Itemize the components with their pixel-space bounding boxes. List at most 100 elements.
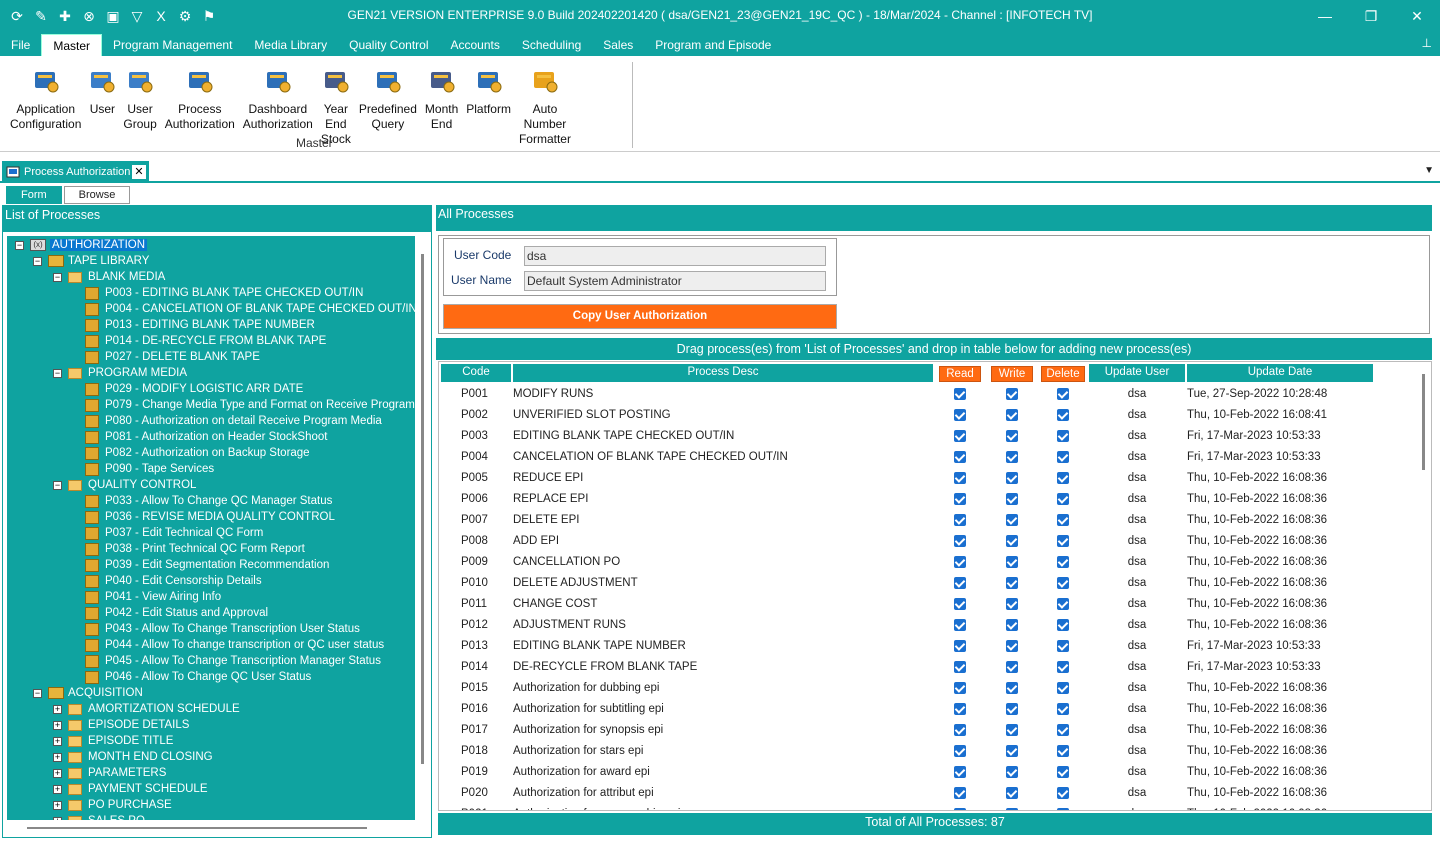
doc-tab-process-authorization[interactable]: Process Authorization ✕ <box>2 161 149 183</box>
column-header-update-date[interactable]: Update Date <box>1187 364 1373 382</box>
collapse-icon[interactable]: − <box>33 256 42 266</box>
read-checkbox[interactable] <box>954 535 966 547</box>
menu-program-and-episode[interactable]: Program and Episode <box>644 34 782 56</box>
tree-node[interactable]: P044 - Allow To change transcription or … <box>85 637 384 653</box>
table-row[interactable]: P012 ADJUSTMENT RUNS dsa Thu, 10-Feb-202… <box>439 615 1374 636</box>
table-row[interactable]: P002 UNVERIFIED SLOT POSTING dsa Thu, 10… <box>439 405 1374 426</box>
write-checkbox[interactable] <box>1006 745 1018 757</box>
table-row[interactable]: P010 DELETE ADJUSTMENT dsa Thu, 10-Feb-2… <box>439 573 1374 594</box>
menu-master[interactable]: Master <box>41 34 103 56</box>
ribbon-button-process-authorization[interactable]: Process Authorization <box>161 60 239 152</box>
delete-checkbox[interactable] <box>1057 619 1069 631</box>
tree-node[interactable]: P081 - Authorization on Header StockShoo… <box>85 429 327 445</box>
read-checkbox[interactable] <box>954 493 966 505</box>
read-checkbox[interactable] <box>954 388 966 400</box>
menu-accounts[interactable]: Accounts <box>440 34 511 56</box>
write-checkbox[interactable] <box>1006 787 1018 799</box>
table-row[interactable]: P008 ADD EPI dsa Thu, 10-Feb-2022 16:08:… <box>439 531 1374 552</box>
write-checkbox[interactable] <box>1006 808 1018 810</box>
delete-checkbox[interactable] <box>1057 808 1069 810</box>
write-checkbox[interactable] <box>1006 619 1018 631</box>
table-row[interactable]: P011 CHANGE COST dsa Thu, 10-Feb-2022 16… <box>439 594 1374 615</box>
delete-checkbox[interactable] <box>1057 724 1069 736</box>
delete-checkbox[interactable] <box>1057 514 1069 526</box>
minimize-button[interactable]: — <box>1302 0 1348 32</box>
column-header-delete[interactable]: Delete <box>1041 366 1085 382</box>
write-checkbox[interactable] <box>1006 409 1018 421</box>
tree-node[interactable]: P046 - Allow To Change QC User Status <box>85 669 311 685</box>
close-tab-icon[interactable]: ✕ <box>132 165 146 179</box>
tree-node[interactable]: P013 - EDITING BLANK TAPE NUMBER <box>85 317 315 333</box>
copy-user-authorization-button[interactable]: Copy User Authorization <box>443 304 837 329</box>
menu-media-library[interactable]: Media Library <box>243 34 338 56</box>
tree-node[interactable]: P043 - Allow To Change Transcription Use… <box>85 621 360 637</box>
table-row[interactable]: P013 EDITING BLANK TAPE NUMBER dsa Fri, … <box>439 636 1374 657</box>
table-row[interactable]: P015 Authorization for dubbing epi dsa T… <box>439 678 1374 699</box>
tree-node[interactable]: − QUALITY CONTROL <box>53 477 196 493</box>
expand-icon[interactable]: + <box>53 720 62 730</box>
tab-form[interactable]: Form <box>6 186 62 204</box>
collapse-icon[interactable]: − <box>15 240 24 250</box>
write-checkbox[interactable] <box>1006 430 1018 442</box>
delete-checkbox[interactable] <box>1057 661 1069 673</box>
write-checkbox[interactable] <box>1006 388 1018 400</box>
tree-node[interactable]: − TAPE LIBRARY <box>33 253 149 269</box>
tree-node[interactable]: P090 - Tape Services <box>85 461 214 477</box>
tree-node[interactable]: P082 - Authorization on Backup Storage <box>85 445 310 461</box>
tab-list-dropdown-icon[interactable]: ▼ <box>1424 165 1434 176</box>
table-row[interactable]: P005 REDUCE EPI dsa Thu, 10-Feb-2022 16:… <box>439 468 1374 489</box>
ribbon-button-predefined-query[interactable]: Predefined Query <box>355 60 421 152</box>
delete-checkbox[interactable] <box>1057 388 1069 400</box>
delete-checkbox[interactable] <box>1057 682 1069 694</box>
tree-node[interactable]: P080 - Authorization on detail Receive P… <box>85 413 382 429</box>
delete-checkbox[interactable] <box>1057 640 1069 652</box>
table-row[interactable]: P019 Authorization for award epi dsa Thu… <box>439 762 1374 783</box>
table-row[interactable]: P020 Authorization for attribut epi dsa … <box>439 783 1374 804</box>
menu-scheduling[interactable]: Scheduling <box>511 34 592 56</box>
tree-node[interactable]: − PROGRAM MEDIA <box>53 365 187 381</box>
tree-node[interactable]: P041 - View Airing Info <box>85 589 221 605</box>
delete-checkbox[interactable] <box>1057 556 1069 568</box>
read-checkbox[interactable] <box>954 787 966 799</box>
expand-icon[interactable]: + <box>53 800 62 810</box>
delete-checkbox[interactable] <box>1057 577 1069 589</box>
ribbon-button-user-group[interactable]: User Group <box>119 60 160 152</box>
expand-icon[interactable]: + <box>53 768 62 778</box>
table-row[interactable]: P009 CANCELLATION PO dsa Thu, 10-Feb-202… <box>439 552 1374 573</box>
read-checkbox[interactable] <box>954 682 966 694</box>
write-checkbox[interactable] <box>1006 724 1018 736</box>
menu-program-management[interactable]: Program Management <box>102 34 243 56</box>
menu-file[interactable]: File <box>0 34 41 56</box>
write-checkbox[interactable] <box>1006 472 1018 484</box>
column-header-process-desc[interactable]: Process Desc <box>513 364 933 382</box>
ribbon-button-application-configuration[interactable]: Application Configuration <box>6 60 85 152</box>
tree-node[interactable]: − ACQUISITION <box>33 685 143 701</box>
delete-checkbox[interactable] <box>1057 451 1069 463</box>
column-header-write[interactable]: Write <box>991 366 1033 382</box>
table-row[interactable]: P003 EDITING BLANK TAPE CHECKED OUT/IN d… <box>439 426 1374 447</box>
write-checkbox[interactable] <box>1006 577 1018 589</box>
read-checkbox[interactable] <box>954 703 966 715</box>
table-row[interactable]: P021 Authorization for sponsorship epi d… <box>439 804 1374 810</box>
collapse-icon[interactable]: − <box>53 480 62 490</box>
expand-icon[interactable]: + <box>53 736 62 746</box>
read-checkbox[interactable] <box>954 640 966 652</box>
write-checkbox[interactable] <box>1006 535 1018 547</box>
column-header-read[interactable]: Read <box>939 366 981 382</box>
read-checkbox[interactable] <box>954 745 966 757</box>
read-checkbox[interactable] <box>954 598 966 610</box>
table-row[interactable]: P004 CANCELATION OF BLANK TAPE CHECKED O… <box>439 447 1374 468</box>
tree-node[interactable]: P045 - Allow To Change Transcription Man… <box>85 653 381 669</box>
delete-checkbox[interactable] <box>1057 493 1069 505</box>
tree-node[interactable]: P040 - Edit Censorship Details <box>85 573 262 589</box>
restore-button[interactable]: ❐ <box>1348 0 1394 32</box>
read-checkbox[interactable] <box>954 661 966 673</box>
tree-node[interactable]: P079 - Change Media Type and Format on R… <box>85 397 415 413</box>
tree-node[interactable]: + PAYMENT SCHEDULE <box>53 781 208 797</box>
read-checkbox[interactable] <box>954 451 966 463</box>
write-checkbox[interactable] <box>1006 661 1018 673</box>
table-row[interactable]: P007 DELETE EPI dsa Thu, 10-Feb-2022 16:… <box>439 510 1374 531</box>
tree-node[interactable]: P027 - DELETE BLANK TAPE <box>85 349 260 365</box>
table-vertical-scrollbar[interactable] <box>1417 374 1429 810</box>
tree-node[interactable]: + EPISODE DETAILS <box>53 717 189 733</box>
